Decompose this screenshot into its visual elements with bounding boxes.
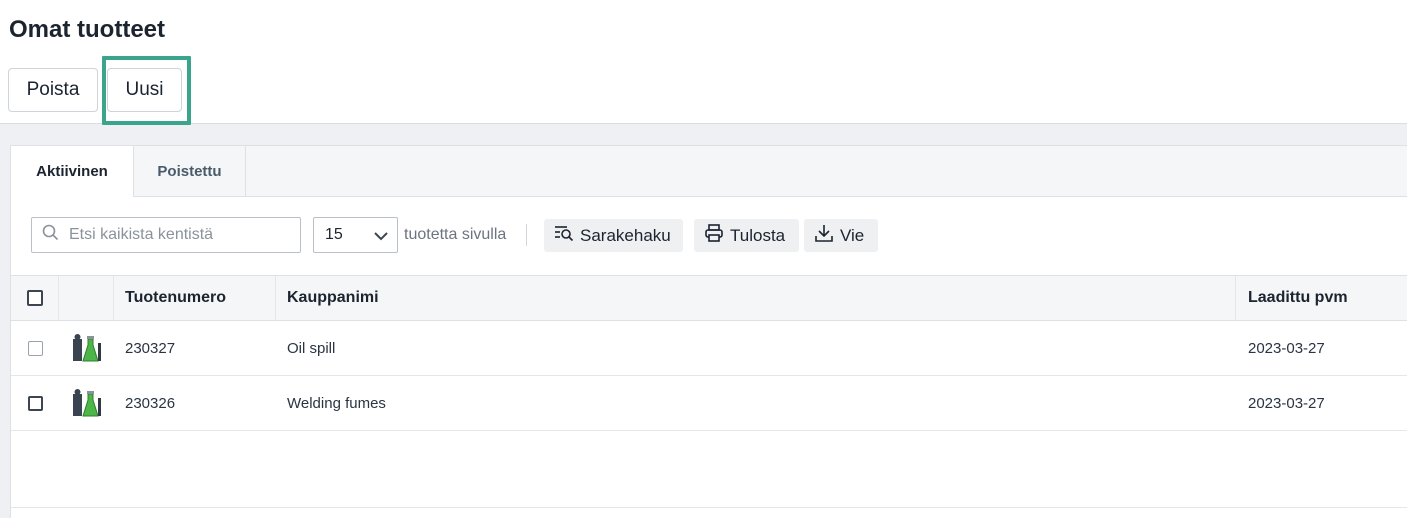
delete-button[interactable]: Poista xyxy=(8,68,98,112)
column-header-created[interactable]: Laadittu pvm xyxy=(1236,276,1407,320)
product-icon xyxy=(59,376,114,430)
search-box[interactable] xyxy=(31,217,301,253)
row-number: 230326 xyxy=(125,394,176,412)
tab-bar: Aktiivinen Poistettu xyxy=(11,146,1407,197)
page-size-value: 15 xyxy=(325,226,343,243)
table-row[interactable]: 230327 Oil spill 2023-03-27 xyxy=(11,321,1407,376)
tab-deleted[interactable]: Poistettu xyxy=(134,146,246,196)
row-name: Oil spill xyxy=(287,339,336,357)
products-table: Tuotenumero Kauppanimi Laadittu pvm 2303… xyxy=(11,275,1407,431)
page-size-select[interactable]: 15 xyxy=(313,217,398,253)
chevron-down-icon xyxy=(372,227,390,250)
row-select-cell xyxy=(11,321,59,375)
row-checkbox[interactable] xyxy=(27,395,43,411)
select-all-cell xyxy=(11,276,59,320)
export-button[interactable]: Vie xyxy=(804,219,878,252)
column-search-label: Sarakehaku xyxy=(580,225,671,245)
row-number: 230327 xyxy=(125,339,176,357)
products-panel: Aktiivinen Poistettu 15 tuotetta sivulla… xyxy=(10,145,1407,518)
row-select-cell xyxy=(11,376,59,430)
new-button-highlight xyxy=(102,56,191,125)
page-size-label: tuotetta sivulla xyxy=(404,226,507,243)
page-title: Omat tuotteet xyxy=(9,16,165,43)
table-bottom-divider xyxy=(11,507,1407,508)
row-name: Welding fumes xyxy=(287,394,386,412)
tab-active[interactable]: Aktiivinen xyxy=(11,146,134,197)
printer-icon xyxy=(704,223,730,248)
download-icon xyxy=(814,223,840,248)
page-header: Omat tuotteet Poista Uusi xyxy=(0,0,1407,125)
select-all-checkbox[interactable] xyxy=(26,290,43,306)
export-label: Vie xyxy=(840,225,865,245)
search-icon xyxy=(42,224,59,246)
product-icon xyxy=(59,321,114,375)
row-created: 2023-03-27 xyxy=(1248,394,1325,412)
column-search-button[interactable]: Sarakehaku xyxy=(544,219,683,252)
print-button[interactable]: Tulosta xyxy=(694,219,799,252)
table-toolbar: 15 tuotetta sivulla Sarakehaku Tulosta V… xyxy=(11,197,1407,275)
toolbar-divider xyxy=(526,224,527,246)
column-header-name[interactable]: Kauppanimi xyxy=(276,276,1236,320)
row-created: 2023-03-27 xyxy=(1248,339,1325,357)
print-label: Tulosta xyxy=(730,225,786,245)
search-input[interactable] xyxy=(67,225,291,245)
column-search-icon xyxy=(554,224,580,247)
column-header-number[interactable]: Tuotenumero xyxy=(114,276,276,320)
table-header: Tuotenumero Kauppanimi Laadittu pvm xyxy=(11,275,1407,321)
row-checkbox[interactable] xyxy=(27,340,43,356)
table-row[interactable]: 230326 Welding fumes 2023-03-27 xyxy=(11,376,1407,431)
icon-column-header xyxy=(59,276,114,320)
